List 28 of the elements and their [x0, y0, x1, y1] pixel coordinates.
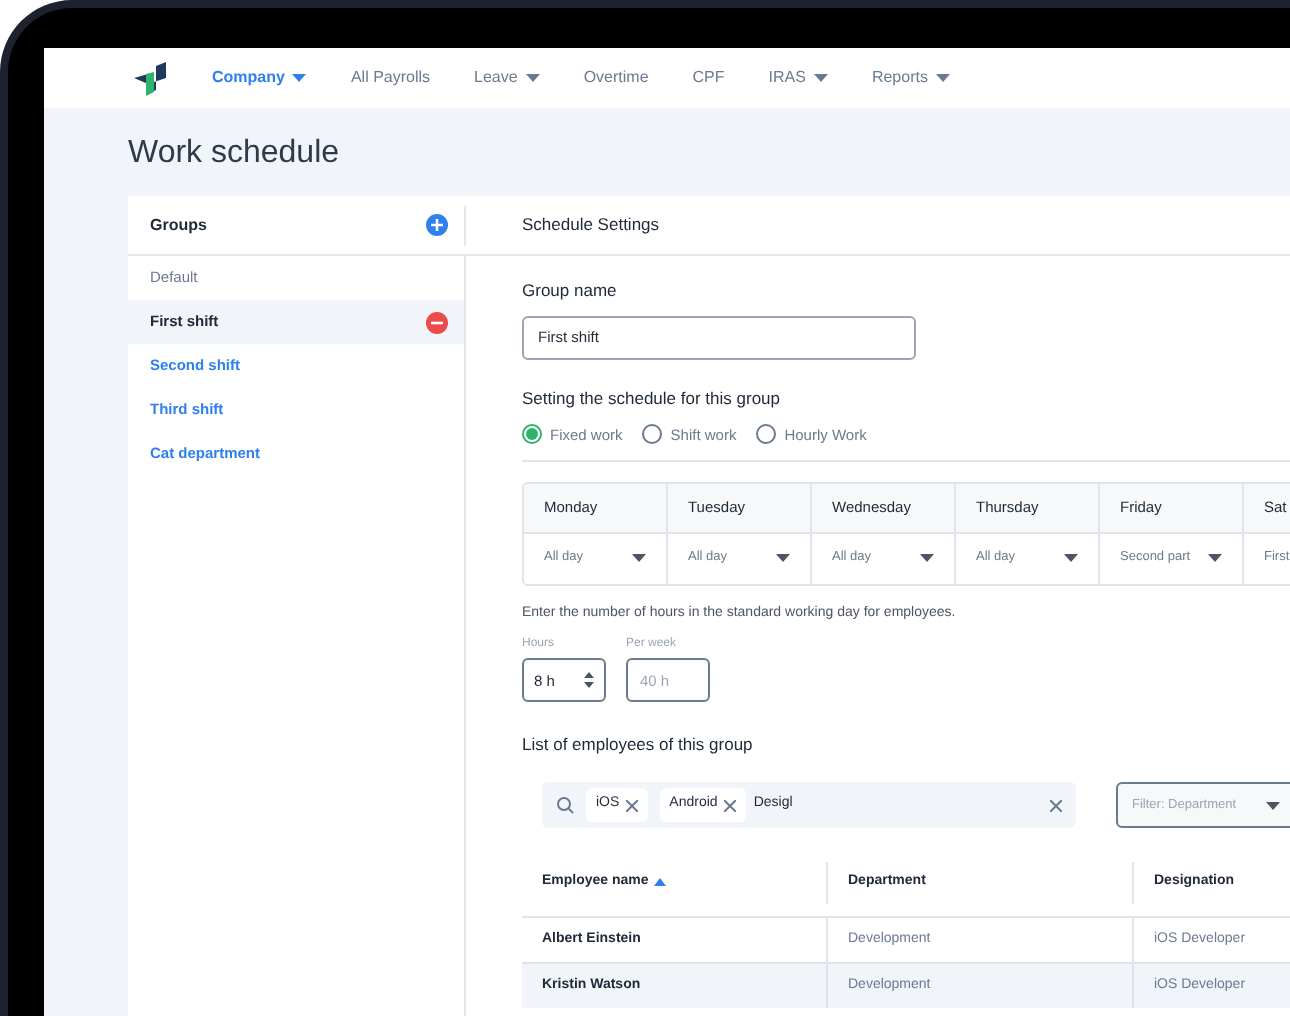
nav-link[interactable]: IRAS — [768, 66, 828, 90]
caret-icon — [632, 554, 646, 563]
caret-icon — [920, 554, 934, 563]
caret-icon — [1064, 554, 1078, 563]
group-name-label: Group name — [522, 278, 619, 304]
nav-link[interactable]: Company — [212, 66, 307, 90]
nav-link[interactable]: All Payrolls — [350, 66, 431, 90]
remove-icon[interactable] — [426, 311, 448, 333]
close-icon[interactable] — [625, 799, 638, 811]
caret-icon — [776, 554, 790, 563]
add-icon[interactable] — [426, 214, 448, 236]
nav-link[interactable]: CPF — [692, 66, 725, 90]
sort-icon[interactable] — [654, 878, 667, 886]
nav-link[interactable]: Reports — [871, 66, 950, 90]
search-icon — [556, 796, 574, 814]
employees-title: List of employees of this group — [522, 732, 755, 758]
logo-icon — [132, 60, 168, 96]
settings-title: Schedule Settings — [522, 212, 660, 238]
clear-icon[interactable] — [1050, 799, 1062, 811]
schedule-label: Setting the schedule for this group — [522, 385, 782, 411]
caret-icon — [1208, 554, 1222, 563]
close-icon[interactable] — [723, 799, 736, 811]
page-title: Work schedule — [128, 134, 342, 174]
caret-icon — [1266, 801, 1280, 809]
nav-link[interactable]: Overtime — [583, 66, 649, 90]
stepper-icon — [584, 672, 594, 689]
nav-link[interactable]: Leave — [474, 66, 540, 90]
groups-title: Groups — [150, 213, 207, 237]
